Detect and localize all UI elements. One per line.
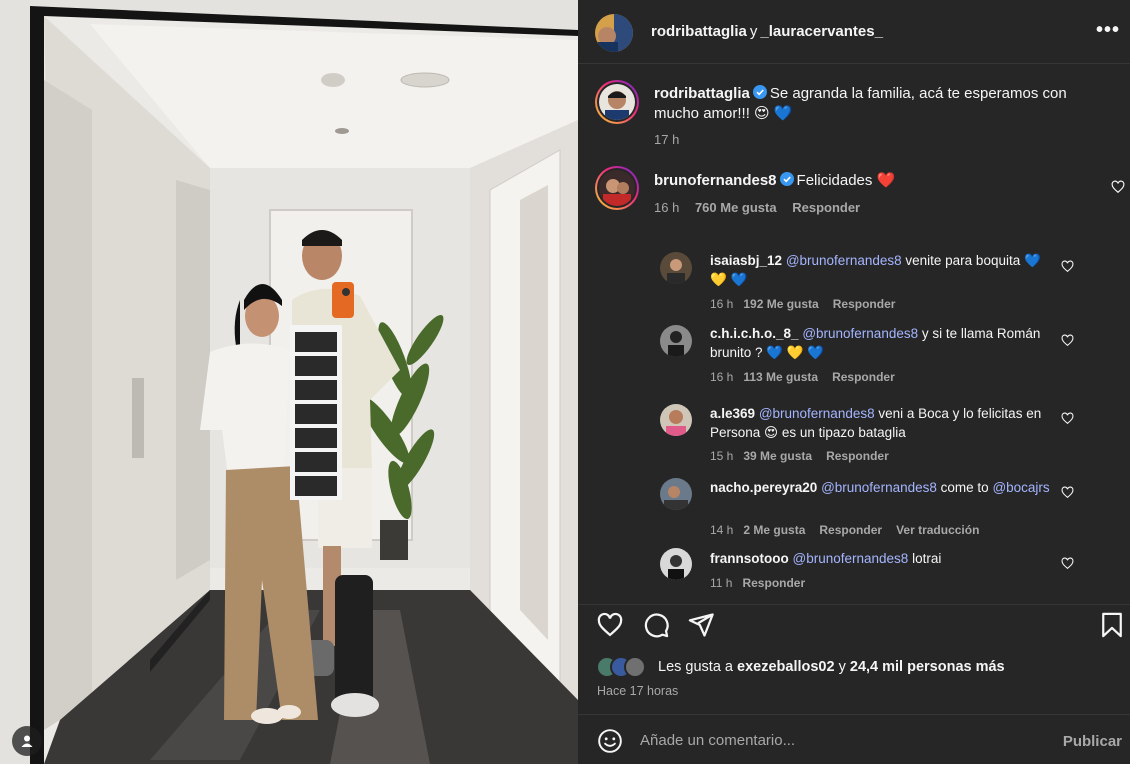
reply-username[interactable]: a.le369 xyxy=(710,406,755,421)
comment-reply-button[interactable]: Responder xyxy=(792,200,860,215)
heart-icon[interactable] xyxy=(1061,486,1074,499)
reply-time: 16 h xyxy=(710,370,734,384)
comment-likes[interactable]: 760 Me gusta xyxy=(695,200,777,215)
caption-avatar[interactable] xyxy=(595,80,639,124)
emoji-icon[interactable] xyxy=(597,728,623,754)
reply-username[interactable]: nacho.pereyra20 xyxy=(710,480,817,495)
reply-likes[interactable]: 39 Me gusta xyxy=(743,449,812,463)
post-image xyxy=(0,0,578,764)
reply-avatar[interactable] xyxy=(660,325,692,357)
reply-likes[interactable]: 113 Me gusta xyxy=(743,370,818,384)
reply-item: c.h.i.c.h.o._8_ @brunofernandes8 y si te… xyxy=(710,324,1055,362)
reply-meta: 14 h 2 Me gusta Responder Ver traducción xyxy=(710,523,993,537)
reply-username[interactable]: isaiasbj_12 xyxy=(710,253,782,268)
heart-icon[interactable] xyxy=(596,611,624,639)
reply-time: 11 h xyxy=(710,576,733,590)
reply-time: 14 h xyxy=(710,523,734,537)
reply-mention[interactable]: @brunofernandes8 xyxy=(802,326,918,341)
comment-meta: 16 h 760 Me gusta Responder xyxy=(654,200,860,215)
reply-mention[interactable]: @brunofernandes8 xyxy=(786,253,902,268)
header-connector: y xyxy=(749,23,758,40)
post-actions: Les gusta a exezeballos02 y 24,4 mil per… xyxy=(578,604,1130,714)
post-side-panel: rodribattaglia y _lauracervantes_ ••• rodr… xyxy=(578,0,1130,764)
reply-meta: 15 h 39 Me gusta Responder xyxy=(710,449,903,463)
reply-avatar[interactable] xyxy=(660,404,692,436)
comment-time: 16 h xyxy=(654,200,680,215)
verified-icon xyxy=(779,172,794,186)
bookmark-icon[interactable] xyxy=(1098,611,1126,639)
reply-button[interactable]: Responder xyxy=(742,576,805,590)
reply-username[interactable]: c.h.i.c.h.o._8_ xyxy=(710,326,799,341)
post-header: rodribattaglia y _lauracervantes_ ••• xyxy=(578,0,1130,64)
reply-button[interactable]: Responder xyxy=(826,449,889,463)
likes-others[interactable]: 24,4 mil personas más xyxy=(850,659,1005,675)
reply-text: lotrai xyxy=(912,551,942,566)
reply-username[interactable]: frannsotooo xyxy=(710,551,789,566)
liker-avatars[interactable] xyxy=(596,656,656,680)
reply-likes[interactable]: 2 Me gusta xyxy=(743,523,805,537)
reply-button[interactable]: Responder xyxy=(819,523,882,537)
comment-icon[interactable] xyxy=(642,611,670,639)
post-photo[interactable] xyxy=(0,0,578,764)
reply-meta: 11 h Responder xyxy=(710,576,819,590)
comment-avatar[interactable] xyxy=(595,166,639,210)
translate-button[interactable]: Ver traducción xyxy=(896,523,979,537)
reply-mention[interactable]: @brunofernandes8 xyxy=(793,551,909,566)
caption: rodribattaglia Se agranda la familia, acá… xyxy=(654,84,1104,124)
heart-icon[interactable] xyxy=(1061,557,1074,570)
heart-icon[interactable] xyxy=(1111,180,1125,194)
caption-meta: 17 h xyxy=(654,132,679,147)
reply-avatar[interactable] xyxy=(660,548,692,580)
comment-text: Felicidades ❤️ xyxy=(796,172,896,189)
header-usernames: rodribattaglia y _lauracervantes_ xyxy=(651,23,883,40)
comment-input[interactable] xyxy=(640,727,1040,753)
reply-avatar[interactable] xyxy=(660,252,692,284)
reply-mention[interactable]: @brunofernandes8 xyxy=(759,406,875,421)
reply-button[interactable]: Responder xyxy=(832,370,895,384)
header-avatar[interactable] xyxy=(595,14,633,52)
reply-meta: 16 h 192 Me gusta Responder xyxy=(710,297,909,311)
reply-text: come to xyxy=(940,480,989,495)
reply-time: 16 h xyxy=(710,297,734,311)
reply-item: nacho.pereyra20 @brunofernandes8 come to… xyxy=(710,478,1055,497)
reply-likes[interactable]: 192 Me gusta xyxy=(743,297,818,311)
comment-composer: Publicar xyxy=(578,714,1130,764)
reply-button[interactable]: Responder xyxy=(833,297,896,311)
share-icon[interactable] xyxy=(687,611,715,639)
reply-item: frannsotooo @brunofernandes8 lotrai xyxy=(710,549,1055,568)
liker-avatar xyxy=(624,656,646,678)
reply-avatar[interactable] xyxy=(660,478,692,510)
reply-item: isaiasbj_12 @brunofernandes8 venite para… xyxy=(710,251,1055,289)
heart-icon[interactable] xyxy=(1061,334,1074,347)
reply-item: a.le369 @brunofernandes8 veni a Boca y l… xyxy=(710,404,1055,442)
header-username-2[interactable]: _lauracervantes_ xyxy=(760,23,883,40)
header-username-1[interactable]: rodribattaglia xyxy=(651,23,747,40)
likes-summary[interactable]: Les gusta a exezeballos02 y 24,4 mil per… xyxy=(658,659,1005,675)
likes-connector: y xyxy=(838,659,846,675)
heart-icon[interactable] xyxy=(1061,412,1074,425)
post-timestamp[interactable]: Hace 17 horas xyxy=(597,684,678,698)
publish-button[interactable]: Publicar xyxy=(1063,733,1122,750)
reply-time: 15 h xyxy=(710,449,734,463)
verified-icon xyxy=(752,85,767,99)
caption-time: 17 h xyxy=(654,132,680,147)
reply-mention-2[interactable]: @bocajrs xyxy=(992,480,1049,495)
reply-meta: 16 h 113 Me gusta Responder xyxy=(710,370,909,384)
reply-mention[interactable]: @brunofernandes8 xyxy=(821,480,937,495)
user-tag-icon[interactable] xyxy=(12,726,42,756)
comment: brunofernandes8 Felicidades ❤️ xyxy=(654,171,1094,191)
comment-username[interactable]: brunofernandes8 xyxy=(654,172,777,189)
more-icon[interactable]: ••• xyxy=(1096,20,1120,44)
likes-prefix: Les gusta a xyxy=(658,659,733,675)
likes-user[interactable]: exezeballos02 xyxy=(737,659,835,675)
heart-icon[interactable] xyxy=(1061,260,1074,273)
caption-username[interactable]: rodribattaglia xyxy=(654,85,750,102)
